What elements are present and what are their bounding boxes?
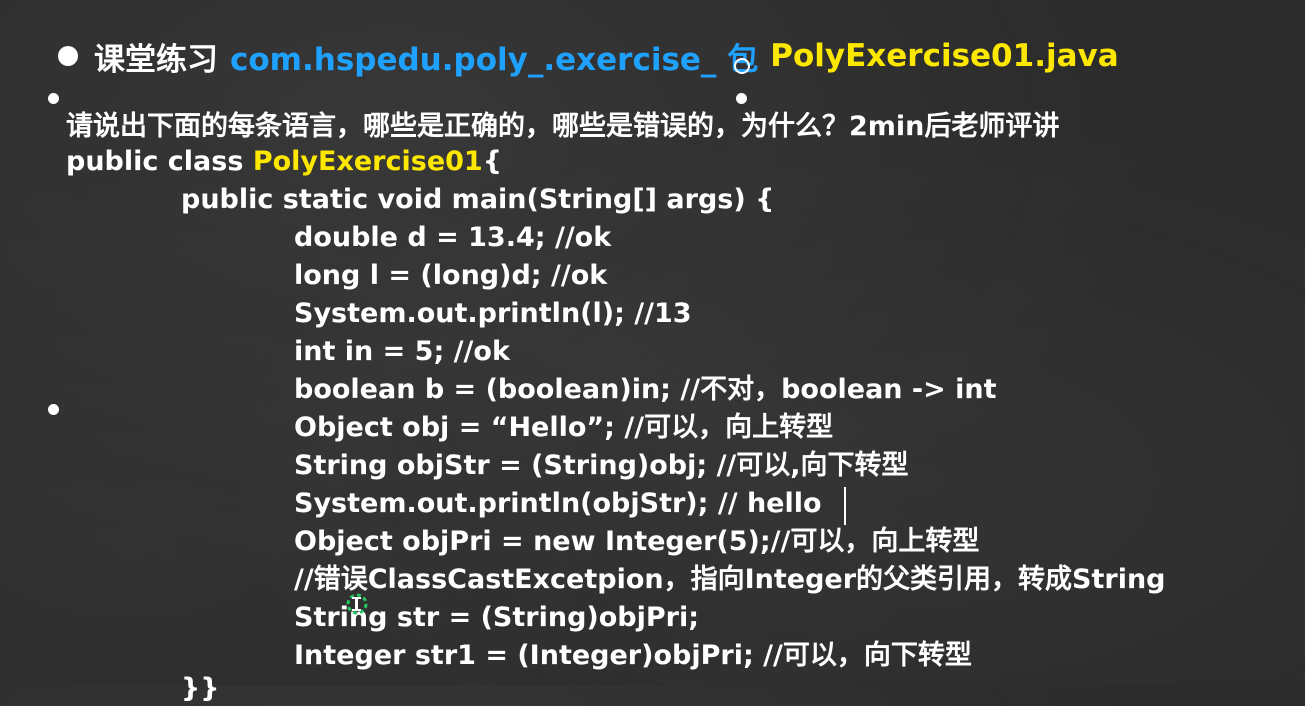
class-keyword: public class: [66, 146, 253, 177]
code-line: Integer str1 = (Integer)objPri; //可以，向下转…: [294, 640, 972, 671]
title-file: PolyExercise01.java: [770, 38, 1119, 74]
title-lead: 课堂练习: [94, 41, 218, 78]
code-line: String objStr = (String)obj; //可以,向下转型: [294, 450, 909, 481]
bullet-dot: [736, 93, 747, 104]
code-line: int in = 5; //ok: [294, 336, 510, 367]
class-name: PolyExercise01: [252, 146, 483, 177]
bullet-dot: [48, 404, 59, 415]
slide: 课堂练习 com.hspedu.poly_.exercise_ 包 PolyEx…: [0, 0, 1305, 704]
code-line: System.out.println(l); //13: [294, 298, 692, 329]
slide-title: 课堂练习 com.hspedu.poly_.exercise_ 包 PolyEx…: [58, 30, 1131, 82]
class-brace: {: [482, 146, 502, 177]
cursor-ring: [734, 58, 750, 74]
main-method: public static void main(String[] args) {: [181, 184, 775, 215]
mouse-pointer-icon: [346, 593, 368, 615]
code-line: boolean b = (boolean)in; //不对，boolean ->…: [294, 374, 997, 405]
closing-braces: }}: [181, 673, 220, 704]
code-line: Object objPri = new Integer(5);//可以，向上转型: [294, 526, 980, 557]
code-line: double d = 13.4; //ok: [294, 222, 612, 253]
text-caret: [844, 487, 846, 525]
code-line: System.out.println(objStr); // hello: [294, 488, 822, 519]
class-declaration: public class PolyExercise01{: [66, 145, 502, 179]
question-text: 请说出下面的每条语言，哪些是正确的，哪些是错误的，为什么？2min后老师评讲: [66, 111, 1060, 142]
bullet-dot: [48, 93, 59, 104]
bullet-dot: [58, 46, 78, 66]
code-line: Object obj = “Hello”; //可以，向上转型: [294, 412, 834, 443]
code-line: long l = (long)d; //ok: [294, 260, 608, 291]
code-line: //错误ClassCastExcetpion，指向Integer的父类引用，转成…: [294, 564, 1166, 595]
title-package: com.hspedu.poly_.exercise_ 包: [230, 41, 759, 78]
